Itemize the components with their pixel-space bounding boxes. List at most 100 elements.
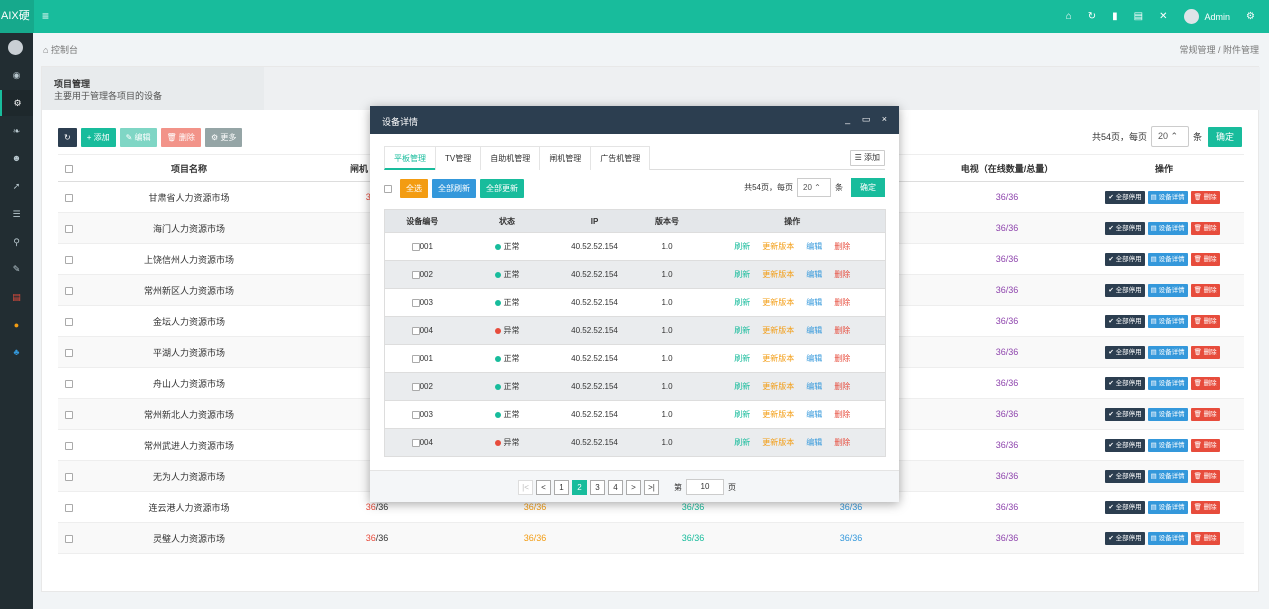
row-delete-button[interactable]: 🗑 删除 (1190, 407, 1220, 421)
rocket-icon[interactable]: ➚ (0, 173, 33, 199)
disable-all-button[interactable]: ✔ 全部停用 (1105, 500, 1145, 514)
disable-all-button[interactable]: ✔ 全部停用 (1105, 314, 1145, 328)
table-row[interactable]: 灵璧人力资源市场 36/36 36/36 36/36 36/36 36/36 ✔ 全部停用 ▤… (58, 522, 1244, 554)
refresh-button[interactable]: ↻ (58, 128, 77, 147)
trash-icon[interactable]: ▮ (1112, 11, 1118, 22)
device-row[interactable]: 001 正常 40.52.52.154 1.0 刷新 更新版本 编辑 删除 (384, 232, 886, 261)
device-detail-button[interactable]: ▤ 设备详情 (1147, 283, 1188, 297)
update-version-link[interactable]: 更新版本 (762, 410, 794, 419)
next-page-button[interactable]: > (626, 479, 641, 495)
refresh-link[interactable]: 刷新 (734, 326, 750, 335)
row-delete-button[interactable]: 🗑 删除 (1190, 531, 1220, 545)
edit-link[interactable]: 编辑 (806, 326, 822, 335)
disable-all-button[interactable]: ✔ 全部停用 (1105, 407, 1145, 421)
row-checkbox[interactable] (65, 348, 73, 357)
device-checkbox[interactable] (411, 298, 420, 307)
refresh-all-button[interactable]: 全部刷新 (432, 179, 476, 198)
cogs-icon[interactable]: ⚙ (0, 90, 33, 116)
tab-tablet[interactable]: 平板管理 (384, 146, 436, 170)
fullscreen-icon[interactable]: ✕ (1159, 11, 1167, 22)
disable-all-button[interactable]: ✔ 全部停用 (1105, 283, 1145, 297)
device-detail-button[interactable]: ▤ 设备详情 (1147, 438, 1188, 452)
device-checkbox[interactable] (411, 354, 420, 363)
device-detail-button[interactable]: ▤ 设备详情 (1147, 252, 1188, 266)
update-version-link[interactable]: 更新版本 (762, 382, 794, 391)
update-version-link[interactable]: 更新版本 (762, 270, 794, 279)
update-version-link[interactable]: 更新版本 (762, 242, 794, 251)
delete-link[interactable]: 删除 (834, 298, 850, 307)
modal-add-button[interactable]: ☰ 添加 (849, 150, 885, 166)
device-checkbox[interactable] (411, 326, 420, 335)
app-logo[interactable]: AIX硬 (0, 0, 34, 33)
device-detail-button[interactable]: ▤ 设备详情 (1147, 221, 1188, 235)
delete-link[interactable]: 删除 (834, 354, 850, 363)
row-checkbox[interactable] (65, 224, 73, 233)
tab-gate[interactable]: 闸机管理 (539, 146, 592, 170)
tab-tv[interactable]: TV管理 (435, 146, 482, 170)
row-delete-button[interactable]: 🗑 删除 (1190, 314, 1220, 328)
disable-all-button[interactable]: ✔ 全部停用 (1105, 469, 1145, 483)
disable-all-button[interactable]: ✔ 全部停用 (1105, 531, 1145, 545)
update-all-button[interactable]: 全部更新 (480, 179, 524, 198)
row-delete-button[interactable]: 🗑 删除 (1190, 283, 1220, 297)
row-checkbox[interactable] (65, 317, 73, 326)
row-checkbox[interactable] (65, 410, 73, 419)
page-2[interactable]: 2 (572, 479, 587, 495)
edit-link[interactable]: 编辑 (806, 438, 822, 447)
page-1[interactable]: 1 (554, 479, 569, 495)
row-checkbox[interactable] (65, 193, 73, 202)
device-detail-button[interactable]: ▤ 设备详情 (1147, 531, 1188, 545)
refresh-link[interactable]: 刷新 (734, 382, 750, 391)
device-checkbox[interactable] (411, 410, 420, 419)
goto-page-input[interactable]: 10 (686, 479, 724, 495)
bell-icon[interactable]: ♣ (0, 339, 33, 365)
avatar[interactable] (1183, 9, 1199, 24)
refresh-link[interactable]: 刷新 (734, 410, 750, 419)
device-detail-button[interactable]: ▤ 设备详情 (1147, 345, 1188, 359)
device-detail-button[interactable]: ▤ 设备详情 (1147, 469, 1188, 483)
device-row[interactable]: 003 正常 40.52.52.154 1.0 刷新 更新版本 编辑 删除 (384, 288, 886, 317)
row-checkbox[interactable] (65, 379, 73, 388)
tab-ad-machine[interactable]: 广告机管理 (590, 146, 651, 170)
prev-page-button[interactable]: < (536, 479, 551, 495)
device-row[interactable]: 004 异常 40.52.52.154 1.0 刷新 更新版本 编辑 删除 (384, 316, 886, 345)
device-detail-button[interactable]: ▤ 设备详情 (1147, 190, 1188, 204)
add-button[interactable]: + 添加 (80, 128, 116, 147)
refresh-link[interactable]: 刷新 (734, 298, 750, 307)
page-4[interactable]: 4 (608, 479, 623, 495)
delete-link[interactable]: 删除 (834, 242, 850, 251)
disable-all-button[interactable]: ✔ 全部停用 (1105, 221, 1145, 235)
maximize-icon[interactable]: ▭ (862, 114, 871, 124)
list-icon[interactable]: ☰ (0, 201, 33, 227)
refresh-link[interactable]: 刷新 (734, 354, 750, 363)
refresh-icon[interactable]: ↻ (1088, 11, 1096, 22)
row-checkbox[interactable] (65, 286, 73, 295)
language-icon[interactable]: ▤ (1134, 11, 1143, 22)
modal-page-size-select[interactable]: 20 ⌃ (797, 178, 831, 197)
edit-link[interactable]: 编辑 (806, 270, 822, 279)
close-icon[interactable]: × (882, 114, 887, 124)
update-version-link[interactable]: 更新版本 (762, 354, 794, 363)
page-3[interactable]: 3 (590, 479, 605, 495)
disable-all-button[interactable]: ✔ 全部停用 (1105, 190, 1145, 204)
device-checkbox[interactable] (411, 438, 420, 447)
disable-all-button[interactable]: ✔ 全部停用 (1105, 252, 1145, 266)
first-page-button[interactable]: |< (518, 479, 533, 495)
edit-link[interactable]: 编辑 (806, 382, 822, 391)
table-icon[interactable]: ▤ (0, 284, 33, 310)
row-checkbox[interactable] (65, 441, 73, 450)
last-page-button[interactable]: >| (644, 479, 659, 495)
sidebar-avatar[interactable] (8, 40, 23, 55)
row-delete-button[interactable]: 🗑 删除 (1190, 252, 1220, 266)
pager-confirm-button[interactable]: 确定 (1207, 126, 1242, 147)
refresh-link[interactable]: 刷新 (734, 270, 750, 279)
row-delete-button[interactable]: 🗑 删除 (1190, 469, 1220, 483)
modal-select-checkbox[interactable] (384, 184, 392, 193)
row-checkbox[interactable] (65, 534, 73, 543)
edit-link[interactable]: 编辑 (806, 298, 822, 307)
disable-all-button[interactable]: ✔ 全部停用 (1105, 345, 1145, 359)
select-all-button[interactable]: 全选 (400, 179, 428, 198)
delete-link[interactable]: 删除 (834, 270, 850, 279)
settings-icon[interactable]: ⚙ (1246, 11, 1255, 22)
device-checkbox[interactable] (411, 270, 420, 279)
